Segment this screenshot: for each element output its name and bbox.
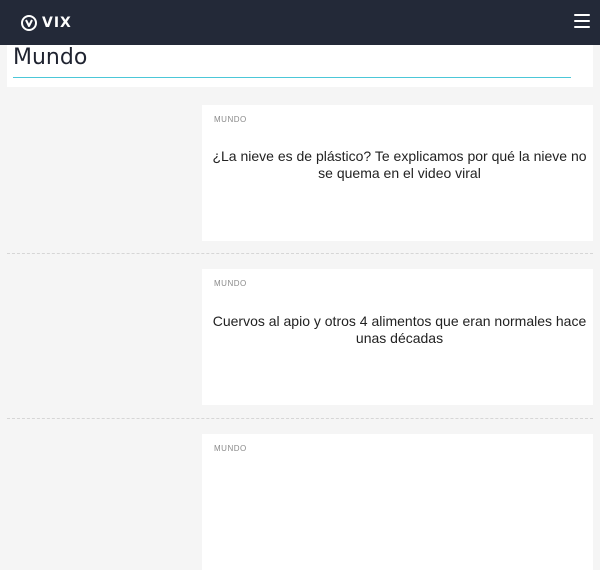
section-underline — [13, 77, 571, 78]
article-card[interactable]: MUNDO ¿La nieve es de plástico? Te expli… — [7, 105, 593, 241]
article-thumbnail[interactable] — [7, 434, 202, 570]
hamburger-menu-icon[interactable] — [574, 14, 590, 28]
top-navigation-bar: VIX — [0, 0, 600, 45]
article-category[interactable]: MUNDO — [214, 444, 247, 453]
article-thumbnail[interactable] — [7, 105, 202, 241]
article-card[interactable]: MUNDO — [7, 434, 593, 570]
article-title[interactable]: Cuervos al apio y otros 4 alimentos que … — [212, 313, 587, 347]
page-title: Mundo — [13, 45, 88, 70]
article-category[interactable]: MUNDO — [214, 279, 247, 288]
article-category[interactable]: MUNDO — [214, 115, 247, 124]
article-thumbnail[interactable] — [7, 269, 202, 405]
vix-logo[interactable]: VIX — [20, 13, 72, 33]
article-divider — [7, 418, 593, 419]
vix-logo-icon — [21, 15, 37, 31]
section-header: Mundo — [7, 45, 593, 87]
article-divider — [7, 253, 593, 254]
article-card[interactable]: MUNDO Cuervos al apio y otros 4 alimento… — [7, 269, 593, 405]
logo-text: VIX — [42, 15, 72, 31]
article-title[interactable]: ¿La nieve es de plástico? Te explicamos … — [212, 148, 587, 182]
